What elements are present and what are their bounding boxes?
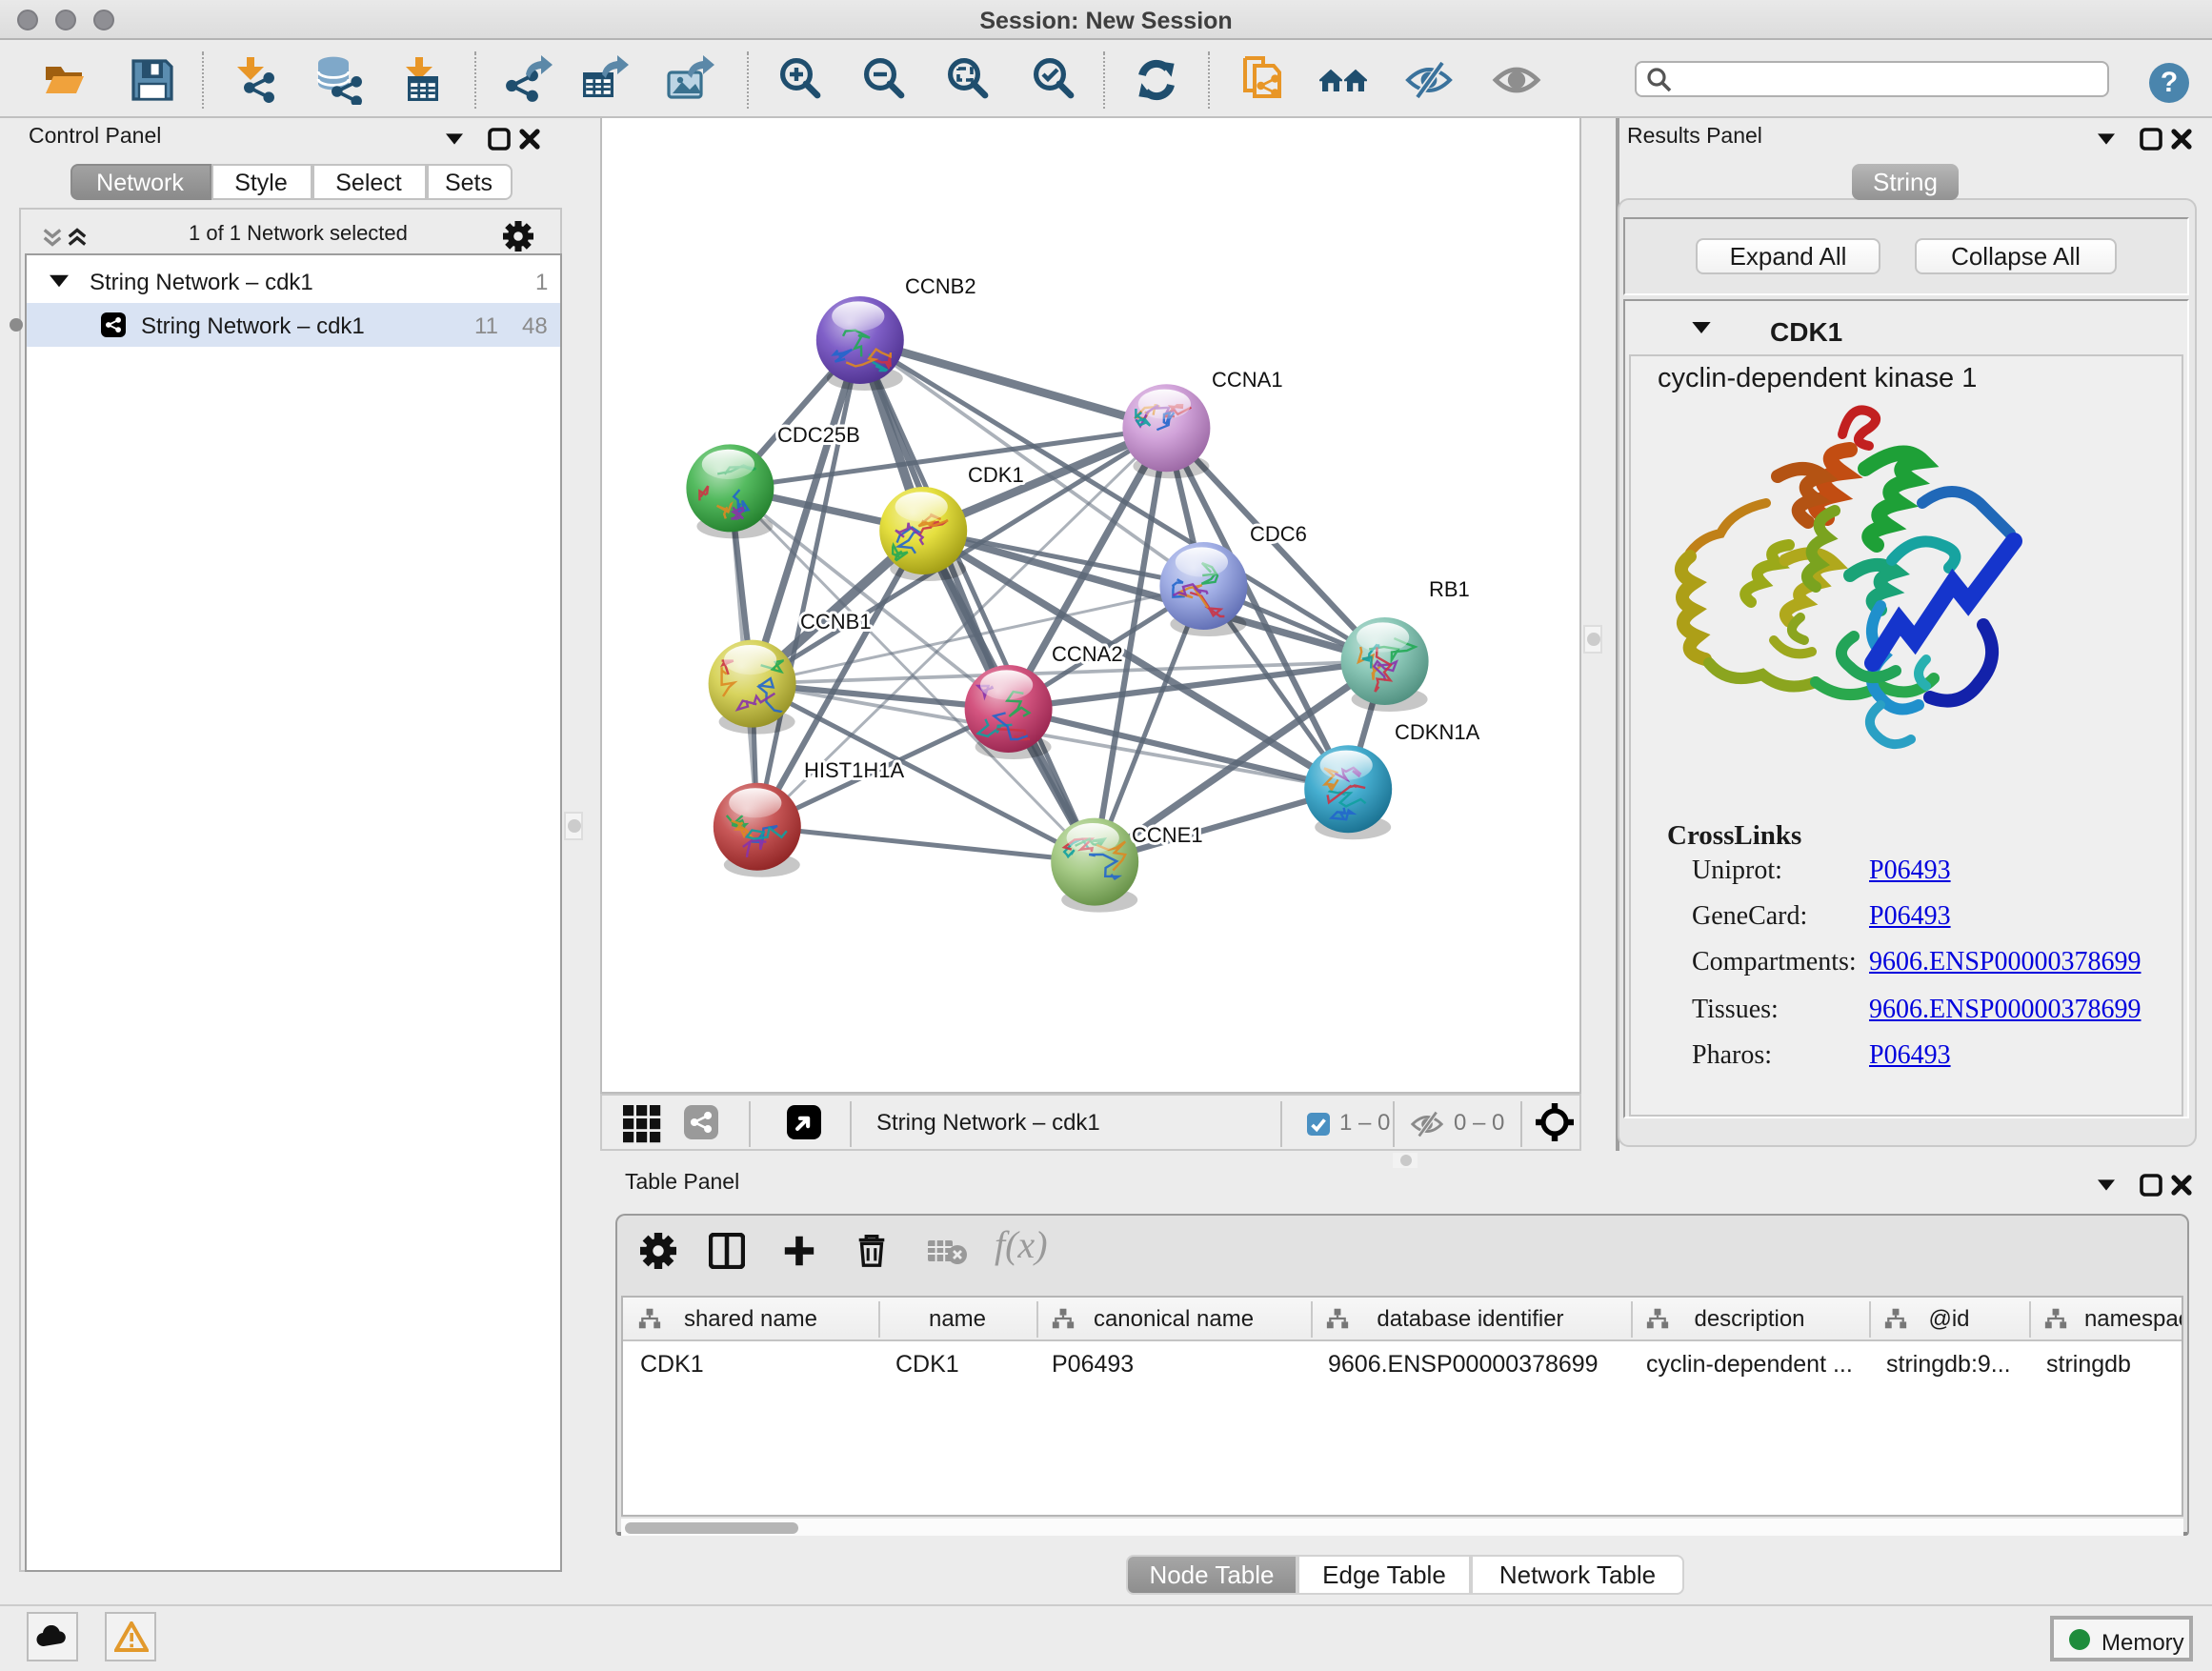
svg-text:CDC6: CDC6: [1250, 522, 1307, 546]
svg-text:CCNB1: CCNB1: [800, 610, 872, 634]
svg-text:HIST1H1A: HIST1H1A: [804, 758, 904, 782]
svg-text:CCNE1: CCNE1: [1132, 823, 1203, 847]
svg-text:CCNA2: CCNA2: [1052, 642, 1123, 666]
svg-text:CCNA1: CCNA1: [1212, 368, 1283, 392]
svg-text:CDC25B: CDC25B: [777, 423, 860, 447]
svg-text:CCNB2: CCNB2: [905, 274, 976, 298]
svg-text:CDKN1A: CDKN1A: [1395, 720, 1480, 744]
svg-text:RB1: RB1: [1429, 577, 1470, 601]
svg-text:CDK1: CDK1: [968, 463, 1024, 487]
